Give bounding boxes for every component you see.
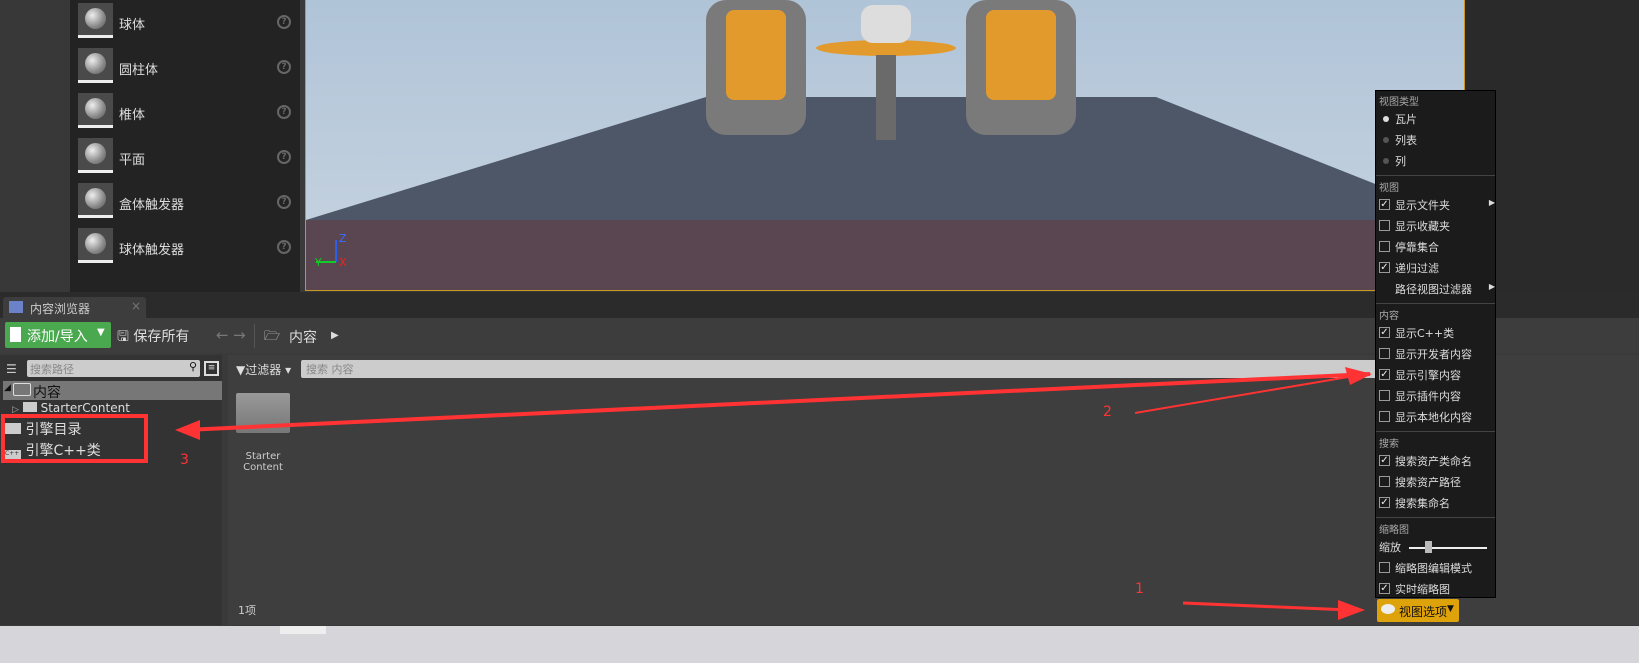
annotation-label-3: 3: [180, 452, 189, 468]
annotation-label-2: 2: [1103, 404, 1112, 420]
annotation-highlight-box: [1, 414, 148, 463]
annotation-arrow-3: [184, 372, 1371, 432]
annotation-layer: [1, 367, 1372, 620]
annotation-arrow-1: [1182, 601, 1351, 612]
annotation-label-1: 1: [1135, 581, 1144, 597]
